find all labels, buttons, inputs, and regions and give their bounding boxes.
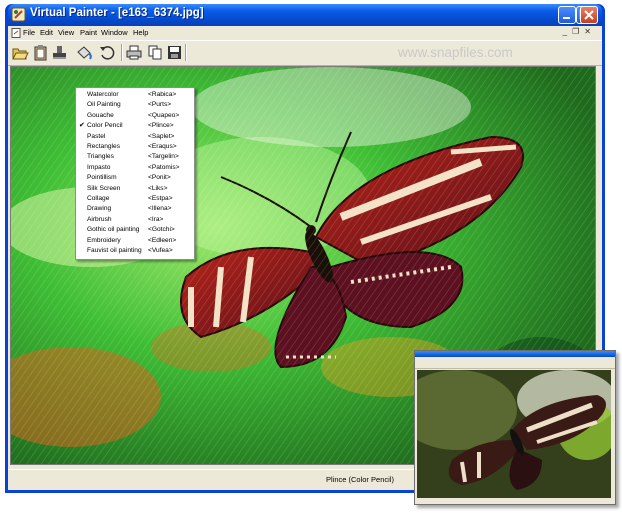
menu-item-code: <Plince> — [148, 122, 174, 130]
menu-item-fauvist-oil-painting[interactable]: Fauvist oil painting <Vufea> — [76, 246, 194, 256]
menu-item-collage[interactable]: Collage <Estpa> — [76, 194, 194, 204]
close-icon — [584, 10, 594, 20]
watermark: www.snapfiles.com — [398, 45, 513, 60]
mdi-minimize-icon[interactable]: _ — [563, 27, 572, 36]
menu-item-code: <Rabica> — [148, 91, 177, 98]
original-butterfly-image — [417, 370, 611, 498]
minimize-button[interactable] — [558, 6, 576, 24]
menu-item-label: Pointillism — [87, 174, 117, 182]
menu-item-label: Watercolor — [87, 91, 119, 98]
save-icon[interactable] — [166, 44, 184, 61]
inset-status-bar — [415, 499, 615, 504]
minimize-icon — [563, 17, 570, 19]
menu-item-code: <Eraqus> — [148, 143, 177, 150]
menu-item-code: <Vufea> — [148, 247, 173, 254]
window-title: Virtual Painter - [e163_6374.jpg] — [30, 7, 204, 19]
mdi-close-icon[interactable]: ✕ — [584, 27, 596, 36]
menu-item-label: Collage — [87, 195, 110, 202]
menu-help[interactable]: Help — [133, 28, 148, 37]
document-icon — [11, 28, 21, 38]
menu-item-label: Gothic oil painting — [87, 226, 140, 234]
menu-item-code: <Illena> — [148, 205, 172, 213]
menu-item-code: <Edleen> — [148, 236, 177, 244]
menu-item-label: Silk Screen — [87, 184, 121, 192]
menu-item-drawing[interactable]: Drawing <Illena> — [76, 204, 194, 214]
menu-item-code: <Purts> — [148, 101, 172, 109]
menu-item-label: Embroidery — [87, 236, 121, 244]
menu-window[interactable]: Window — [101, 28, 128, 37]
menu-item-label: Pastel — [87, 132, 106, 140]
menu-file[interactable]: File — [23, 28, 35, 37]
toolbar-divider — [185, 44, 187, 61]
menu-item-label: Rectangles — [87, 143, 120, 150]
menu-item-oil-painting[interactable]: Oil Painting <Purts> — [76, 100, 194, 110]
menu-item-label: Triangles — [87, 153, 114, 161]
inset-toolbar — [415, 363, 615, 369]
inset-photo — [417, 370, 611, 498]
menu-item-pastel[interactable]: Pastel <Saplet> — [76, 132, 194, 142]
original-photo-inset — [414, 350, 616, 505]
menu-item-code: <Patomis> — [148, 163, 180, 171]
stamp-icon[interactable] — [51, 44, 69, 61]
menu-item-label: Impasto — [87, 163, 111, 171]
menu-item-code: <Targelin> — [148, 153, 179, 161]
mdi-controls[interactable]: _❐✕ — [563, 27, 596, 36]
menu-item-silk-screen[interactable]: Silk Screen <Liks> — [76, 184, 194, 194]
mdi-restore-icon[interactable]: ❐ — [572, 27, 584, 36]
menu-item-label: Oil Painting — [87, 101, 121, 109]
open-icon[interactable] — [11, 44, 29, 61]
paint-bucket-icon[interactable] — [75, 44, 93, 61]
menu-item-rectangles[interactable]: Rectangles <Eraqus> — [76, 142, 194, 152]
menu-item-airbrush[interactable]: Airbrush <Ira> — [76, 215, 194, 225]
menu-item-embroidery[interactable]: Embroidery <Edleen> — [76, 236, 194, 246]
menu-item-label: Drawing — [87, 205, 112, 213]
menu-item-triangles[interactable]: Triangles <Targelin> — [76, 152, 194, 162]
print-icon[interactable] — [125, 44, 143, 61]
menu-item-code: <Saplet> — [148, 132, 175, 140]
app-icon — [11, 7, 26, 22]
menu-item-color-pencil[interactable]: ✔ Color Pencil <Plince> — [76, 121, 194, 131]
menu-item-label: Color Pencil — [87, 122, 123, 130]
menu-item-impasto[interactable]: Impasto <Patomis> — [76, 163, 194, 173]
menu-item-pointillism[interactable]: Pointillism <Ponit> — [76, 173, 194, 183]
toolbar-separator — [121, 44, 123, 61]
menu-item-gouache[interactable]: Gouache <Quapeo> — [76, 111, 194, 121]
menu-bar: File Edit View Paint Window Help _❐✕ — [8, 26, 602, 40]
menu-edit[interactable]: Edit — [40, 28, 53, 37]
menu-item-label: Airbrush — [87, 215, 112, 223]
menu-item-code: <Liks> — [148, 184, 168, 192]
clipboard-icon[interactable] — [32, 44, 50, 61]
menu-item-gothic-oil-painting[interactable]: Gothic oil painting <Gotchi> — [76, 225, 194, 235]
menu-item-code: <Quapeo> — [148, 111, 180, 119]
close-button[interactable] — [580, 6, 598, 24]
checkmark-icon: ✔ — [79, 122, 85, 130]
menu-item-code: <Gotchi> — [148, 226, 175, 234]
menu-item-watercolor[interactable]: Watercolor <Rabica> — [76, 90, 194, 100]
menu-item-code: <Ponit> — [148, 174, 171, 182]
menu-item-label: Gouache — [87, 111, 114, 119]
copy-icon[interactable] — [146, 44, 164, 61]
menu-view[interactable]: View — [58, 28, 74, 37]
status-text: Plince (Color Pencil) — [326, 475, 394, 484]
toolbar: www.snapfiles.com — [8, 40, 602, 66]
menu-item-code: <Ira> — [148, 215, 164, 223]
style-menu: Watercolor <Rabica> Oil Painting <Purts>… — [75, 87, 195, 260]
title-bar[interactable]: Virtual Painter - [e163_6374.jpg] — [8, 4, 602, 26]
menu-item-label: Fauvist oil painting — [87, 247, 142, 254]
undo-icon[interactable] — [98, 44, 116, 61]
menu-item-code: <Estpa> — [148, 195, 173, 202]
menu-paint[interactable]: Paint — [80, 28, 97, 37]
